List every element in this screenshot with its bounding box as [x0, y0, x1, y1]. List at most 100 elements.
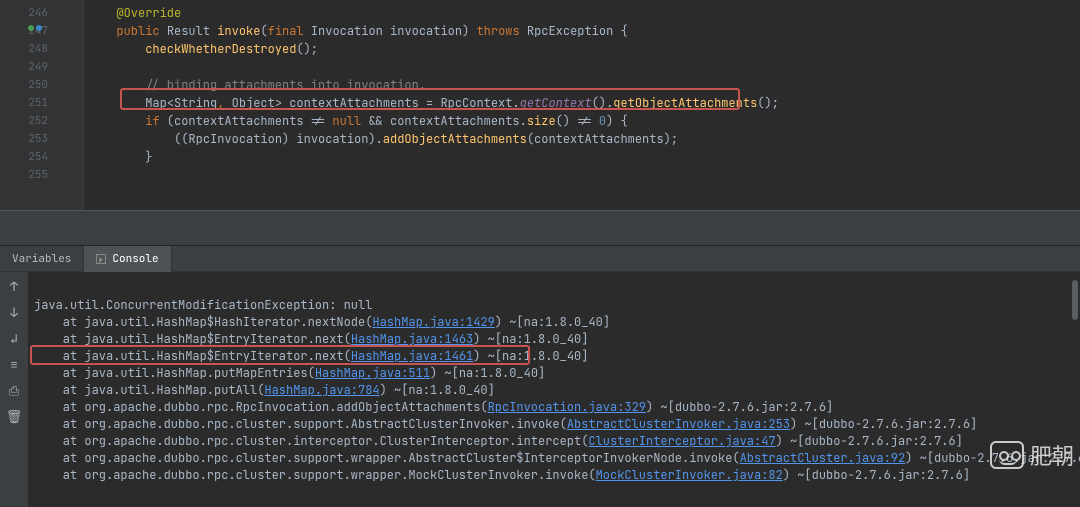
kw-final: final [268, 23, 304, 39]
fold-column[interactable] [70, 0, 84, 210]
annotation-override: @Override [116, 5, 181, 21]
punct: (); [757, 95, 779, 111]
stack-link[interactable]: HashMap.java:1461 [351, 348, 473, 364]
stack-link[interactable]: AbstractCluster.java:92 [740, 450, 906, 466]
line-number: 248 [0, 40, 70, 58]
stack-link[interactable]: MockClusterInvoker.java:82 [596, 467, 783, 483]
call-size: size [527, 113, 556, 129]
line-number: 252 [0, 112, 70, 130]
stack-link[interactable]: AbstractClusterInvoker.java:253 [567, 416, 790, 432]
console-icon [96, 254, 106, 264]
stack-frame: at java.util.HashMap.putMapEntries( [34, 365, 315, 381]
var-invocation: invocation [383, 23, 462, 39]
stack-frame: at org.apache.dubbo.rpc.cluster.support.… [34, 416, 567, 432]
line-number: 251 [0, 94, 70, 112]
brace: ) { [606, 113, 628, 129]
line-number: 250 [0, 76, 70, 94]
type-string: String [174, 95, 217, 111]
literal-zero: 0 [599, 113, 606, 129]
kw-null: null [332, 113, 361, 129]
scrollbar-thumb[interactable] [1072, 280, 1078, 320]
expr: () != [556, 113, 599, 129]
punct: , [217, 95, 231, 111]
line-number: 249 [0, 58, 70, 76]
gutter-override-icon[interactable] [28, 25, 42, 31]
stack-suffix: ) ~[na:1.8.0_40] [473, 348, 588, 364]
call-getobjectattachments: getObjectAttachments [613, 95, 757, 111]
line-number: 253 [0, 130, 70, 148]
paren: ( [260, 23, 267, 39]
line-number: 254 [0, 148, 70, 166]
stack-link[interactable]: HashMap.java:784 [264, 382, 379, 398]
expr: (contextAttachments != [160, 113, 333, 129]
stack-suffix: ) ~[na:1.8.0_40] [430, 365, 545, 381]
stack-frame: at java.util.HashMap$EntryIterator.next( [34, 331, 351, 347]
console-toolbar: ↑ ↓ ↲ ≡ ⎙ 🗑 [0, 272, 28, 507]
stack-exception: java.util.ConcurrentModificationExceptio… [34, 297, 372, 313]
brace: } [145, 149, 152, 165]
type-map: Map [145, 95, 167, 111]
arrow-down-icon[interactable]: ↓ [6, 304, 22, 320]
type-result: Result [167, 23, 210, 39]
punct: < [167, 95, 174, 111]
stack-suffix: ) ~[na:1.8.0_40] [380, 382, 495, 398]
stack-frame: at java.util.HashMap$HashIterator.nextNo… [34, 314, 372, 330]
class-rpccontext: RpcContext [440, 95, 512, 111]
stack-link[interactable]: ClusterInterceptor.java:47 [588, 433, 775, 449]
panel-resize-handle[interactable] [0, 210, 1080, 246]
line-number: 246 [0, 4, 70, 22]
paren: ) [462, 23, 469, 39]
code-area[interactable]: @Override public Result invoke(final Inv… [84, 0, 1080, 210]
call-addobjectattachments: addObjectAttachments [383, 131, 527, 147]
arrow-up-icon[interactable]: ↑ [6, 278, 22, 294]
line-number: 247 [0, 22, 70, 40]
stack-frame: at java.util.HashMap.putAll( [34, 382, 264, 398]
stack-frame: at org.apache.dubbo.rpc.cluster.intercep… [34, 433, 588, 449]
call-getcontext: getContext [520, 95, 592, 111]
stack-link[interactable]: HashMap.java:1463 [351, 331, 473, 347]
stack-suffix: ) ~[dubbo-2.7.6.jar:2.7.6] [783, 467, 970, 483]
stack-suffix: ) ~[na:1.8.0_40] [473, 331, 588, 347]
punct: (); [296, 41, 318, 57]
console-output[interactable]: java.util.ConcurrentModificationExceptio… [28, 272, 1080, 507]
debug-panel: Variables Console ↑ ↓ ↲ ≡ ⎙ 🗑 java.util.… [0, 246, 1080, 507]
stack-link[interactable]: RpcInvocation.java:329 [488, 399, 646, 415]
kw-throws: throws [476, 23, 519, 39]
stack-frame: at org.apache.dubbo.rpc.cluster.support.… [34, 450, 740, 466]
type-object: Object [232, 95, 275, 111]
stack-link[interactable]: HashMap.java:511 [315, 365, 430, 381]
punct: . [512, 95, 519, 111]
watermark-icon [990, 441, 1024, 469]
stack-frame: at java.util.HashMap$EntryIterator.next( [34, 348, 351, 364]
tab-variables[interactable]: Variables [0, 246, 84, 272]
tab-console[interactable]: Console [84, 246, 171, 272]
stack-frame: at org.apache.dubbo.rpc.RpcInvocation.ad… [34, 399, 488, 415]
kw-public: public [116, 23, 159, 39]
kw-if: if [145, 113, 159, 129]
line-number: 255 [0, 166, 70, 184]
punct: > [275, 95, 289, 111]
scroll-to-end-icon[interactable]: ≡ [6, 356, 22, 372]
trash-icon[interactable]: 🗑 [6, 408, 22, 424]
brace: { [613, 23, 627, 39]
watermark-text: 肥朝 [1030, 439, 1074, 471]
stack-suffix: ) ~[dubbo-2.7.6.jar:2.7.6] [646, 399, 833, 415]
stack-link[interactable]: HashMap.java:1429 [372, 314, 494, 330]
punct: (). [592, 95, 614, 111]
gutter: 246 247 248 249 250 251 252 253 254 255 [0, 0, 70, 210]
print-icon[interactable]: ⎙ [6, 382, 22, 398]
stack-frame: at org.apache.dubbo.rpc.cluster.support.… [34, 467, 596, 483]
var-contextattachments: contextAttachments = [289, 95, 440, 111]
expr: ((RpcInvocation) invocation). [174, 131, 383, 147]
watermark: 肥朝 [990, 439, 1074, 471]
type-rpcexception: RpcException [527, 23, 613, 39]
method-invoke: invoke [217, 23, 260, 39]
stack-suffix: ) ~[dubbo-2.7.6.jar:2.7.6] [790, 416, 977, 432]
code-editor[interactable]: 246 247 248 249 250 251 252 253 254 255 … [0, 0, 1080, 210]
panel-tabs: Variables Console [0, 246, 1080, 272]
soft-wrap-icon[interactable]: ↲ [6, 330, 22, 346]
punct: (contextAttachments); [527, 131, 678, 147]
stack-suffix: ) ~[dubbo-2.7.6.jar:2.7.6] [776, 433, 963, 449]
stack-suffix: ) ~[na:1.8.0_40] [495, 314, 610, 330]
expr: && contextAttachments. [361, 113, 527, 129]
